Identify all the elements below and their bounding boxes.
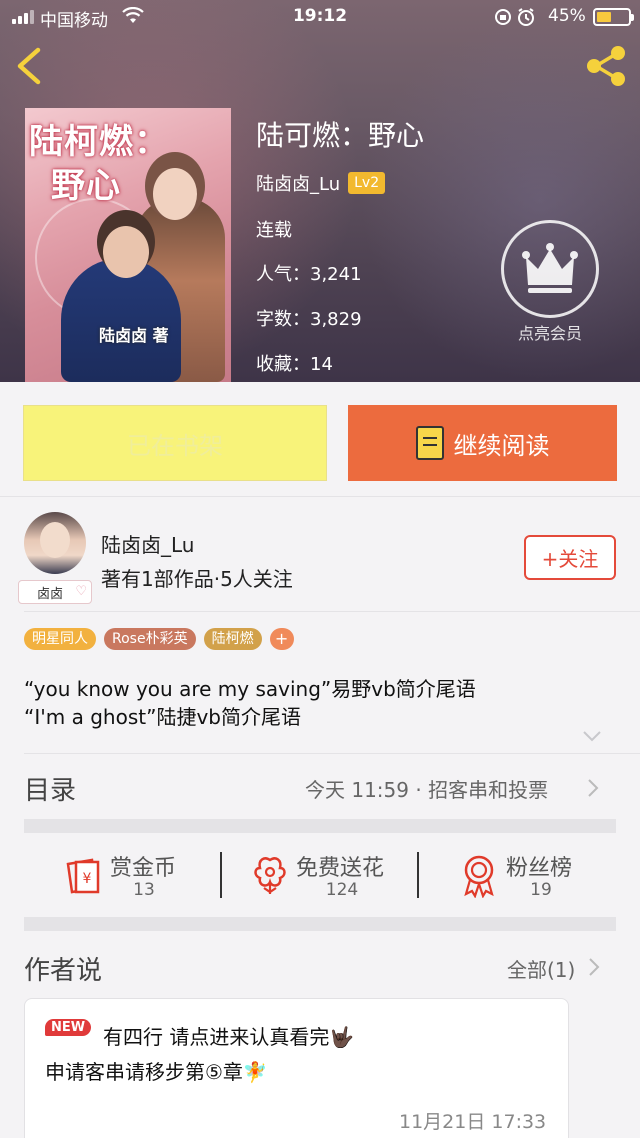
book-word-count: 字数：3,829 bbox=[256, 305, 362, 331]
book-author[interactable]: 陆卤卤_Lu Lv2 bbox=[256, 170, 386, 196]
popularity-label: 人气： bbox=[256, 264, 310, 285]
on-shelf-button[interactable]: 已在书架 bbox=[23, 405, 327, 481]
avatar-tag: 卤卤 bbox=[18, 580, 92, 604]
free-flowers-count: 124 bbox=[325, 880, 359, 900]
reward-coins-label: 赏金币 bbox=[110, 856, 177, 881]
free-flowers-label: 免费送花 bbox=[296, 856, 385, 881]
reward-coins-count: 13 bbox=[133, 880, 155, 900]
divider bbox=[0, 496, 640, 497]
author-says-title: 作者说 bbox=[24, 956, 103, 986]
red-envelope-icon: ¥ bbox=[66, 858, 100, 894]
book-status: 连载 bbox=[256, 220, 292, 241]
continue-reading-button[interactable]: 继续阅读 bbox=[348, 405, 617, 481]
battery-icon bbox=[593, 8, 634, 26]
divider bbox=[24, 611, 640, 612]
share-icon[interactable] bbox=[584, 44, 628, 88]
divider bbox=[24, 753, 640, 754]
back-icon[interactable] bbox=[14, 46, 44, 86]
cover-title-line2: 野心 bbox=[51, 166, 121, 206]
fan-ranking-count: 19 bbox=[530, 880, 552, 900]
book-favorites: 收藏：14 bbox=[256, 350, 333, 376]
author-name[interactable]: 陆卤卤_Lu bbox=[101, 529, 194, 558]
tag-list: 明星同人 Rose朴彩英 陆柯燃 + bbox=[24, 628, 294, 650]
divider bbox=[417, 852, 419, 898]
book-popularity: 人气：3,241 bbox=[256, 260, 362, 286]
chevron-right-icon[interactable] bbox=[587, 778, 599, 798]
add-tag-button[interactable]: + bbox=[269, 628, 294, 650]
favorites-value: 14 bbox=[310, 354, 333, 375]
note-timestamp: 11月21日 17:33 bbox=[399, 1111, 547, 1133]
fan-ranking-label: 粉丝榜 bbox=[506, 856, 573, 881]
popularity-value: 3,241 bbox=[310, 264, 362, 285]
tag-item[interactable]: 陆柯燃 bbox=[203, 628, 262, 650]
section-divider bbox=[24, 917, 616, 931]
divider bbox=[220, 852, 222, 898]
ribbon-medal-icon bbox=[464, 855, 494, 898]
level-badge: Lv2 bbox=[348, 172, 386, 194]
continue-reading-label[interactable]: 继续阅读 bbox=[454, 426, 550, 461]
note-line: 有四行 请点进来认真看完🤟🏿 bbox=[103, 1025, 355, 1049]
svg-text:¥: ¥ bbox=[83, 871, 92, 887]
tag-item[interactable]: Rose朴彩英 bbox=[104, 628, 196, 650]
all-comments-link[interactable]: 全部(1) bbox=[507, 954, 575, 983]
cover-title-line1: 陆柯燃： bbox=[29, 122, 169, 162]
reward-coins[interactable]: ¥ 赏金币 13 bbox=[60, 850, 210, 900]
favorites-label: 收藏： bbox=[256, 354, 310, 375]
toc-title[interactable]: 目录 bbox=[24, 770, 76, 807]
note-line: 申请客串请移步第⑤章🧚 bbox=[45, 1060, 268, 1084]
author-stats: 著有1部作品·5人关注 bbox=[101, 567, 293, 591]
section-divider bbox=[24, 819, 616, 833]
vip-label[interactable]: 点亮会员 bbox=[500, 320, 600, 344]
book-header: 中国移动 19:12 45% 陆柯燃： 野心 陆卤卤 著 陆可燃：野心 陆卤卤_… bbox=[0, 0, 640, 382]
vip-button[interactable]: 点亮会员 bbox=[500, 220, 600, 344]
cover-author: 陆卤卤 著 bbox=[99, 326, 169, 345]
author-note-card[interactable]: NEW 有四行 请点进来认真看完🤟🏿 申请客串请移步第⑤章🧚 11月21日 17… bbox=[24, 998, 569, 1138]
clock: 19:12 bbox=[292, 6, 348, 26]
description-line: “I'm a ghost”陆捷vb简介尾语 bbox=[24, 705, 301, 729]
status-bar: 中国移动 19:12 45% bbox=[0, 0, 640, 34]
crown-icon[interactable] bbox=[501, 220, 599, 318]
chevron-right-icon[interactable] bbox=[588, 957, 600, 977]
free-flowers[interactable]: 免费送花 124 bbox=[250, 850, 400, 900]
alarm-lock-icons bbox=[495, 8, 534, 26]
fan-ranking[interactable]: 粉丝榜 19 bbox=[458, 850, 598, 900]
new-badge: NEW bbox=[45, 1019, 92, 1036]
words-value: 3,829 bbox=[310, 309, 362, 330]
follow-button[interactable]: +关注 bbox=[524, 535, 616, 580]
book-icon bbox=[415, 426, 444, 460]
tag-item[interactable]: 明星同人 bbox=[24, 628, 96, 650]
book-cover[interactable]: 陆柯燃： 野心 陆卤卤 著 bbox=[25, 108, 231, 382]
toc-update[interactable]: 今天 11:59 · 招客串和投票 bbox=[305, 774, 548, 803]
avatar[interactable] bbox=[24, 512, 86, 574]
book-title: 陆可燃：野心 bbox=[256, 119, 425, 152]
description-line: “you know you are my saving”易野vb简介尾语 bbox=[24, 677, 476, 701]
book-author-name[interactable]: 陆卤卤_Lu bbox=[256, 170, 340, 196]
flower-icon bbox=[254, 857, 286, 894]
cover-figure-man-head bbox=[103, 226, 149, 278]
chevron-down-icon[interactable] bbox=[582, 730, 602, 742]
cover-title: 陆柯燃： 野心 bbox=[29, 120, 169, 208]
battery-percent: 45% bbox=[548, 6, 586, 26]
words-label: 字数： bbox=[256, 309, 310, 330]
book-description: “you know you are my saving”易野vb简介尾语 “I'… bbox=[24, 675, 476, 731]
